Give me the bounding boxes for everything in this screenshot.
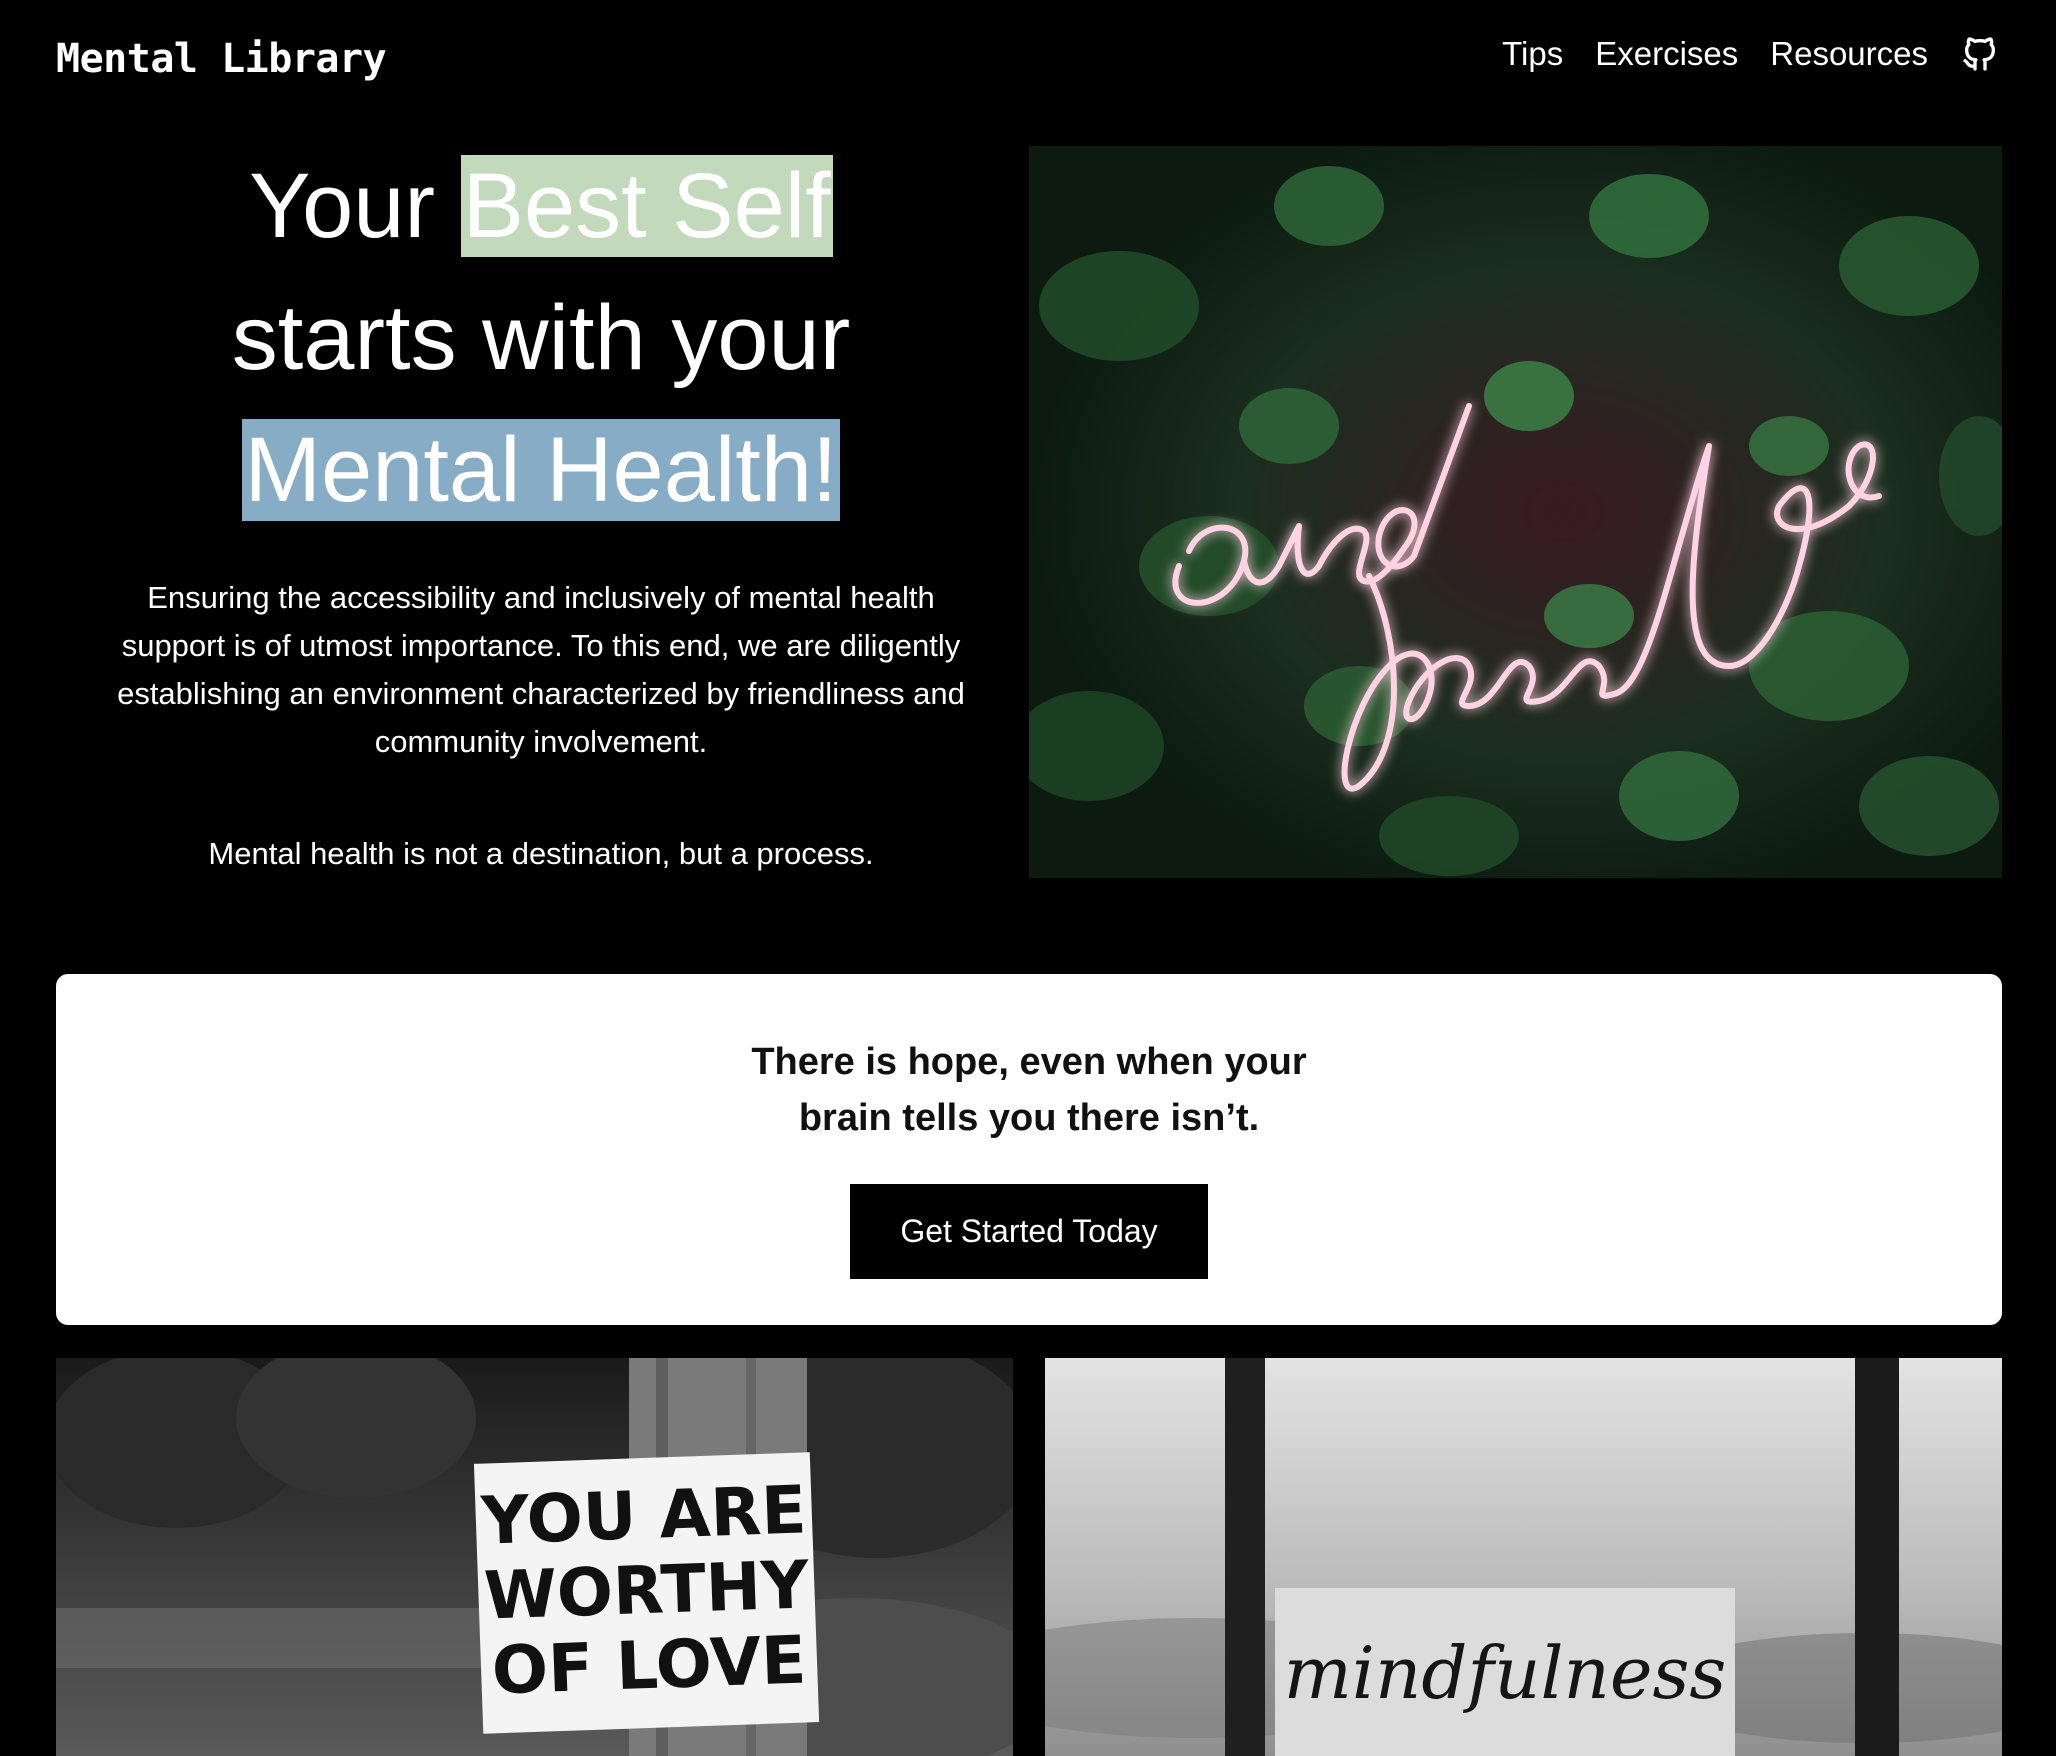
- brand-logo[interactable]: Mental Library: [56, 36, 387, 82]
- hero-headline: Your Best Self starts with your Mental H…: [56, 140, 1026, 536]
- sign-line3: OF LOVE: [491, 1621, 808, 1709]
- nav-link-exercises[interactable]: Exercises: [1595, 35, 1738, 73]
- hero-quote: Mental health is not a destination, but …: [208, 836, 874, 871]
- hero-text: Your Best Self starts with your Mental H…: [56, 140, 1026, 878]
- headline-part2: starts with your: [231, 287, 851, 389]
- sign-line1: YOU ARE: [479, 1471, 808, 1559]
- photo-mindfulness: mindfulness: [1045, 1358, 2002, 1756]
- cta-text: There is hope, even when your brain tell…: [751, 1041, 1307, 1139]
- nav-link-resources[interactable]: Resources: [1770, 35, 1928, 73]
- hero-paragraph: Ensuring the accessibility and inclusive…: [117, 580, 965, 759]
- headline-part1: Your: [249, 155, 461, 257]
- mindfulness-sign-text: mindfulness: [1284, 1631, 1727, 1715]
- headline-highlight-best-self: Best Self: [460, 155, 833, 257]
- photo-worthy-of-love: YOU ARE WORTHY OF LOVE: [56, 1358, 1013, 1756]
- sign-line2: WORTHY: [483, 1546, 812, 1634]
- headline-highlight-mental-health: Mental Health!: [242, 419, 840, 521]
- cta-card: There is hope, even when your brain tell…: [56, 974, 2002, 1325]
- top-nav: Mental Library Tips Exercises Resources: [0, 0, 2056, 124]
- nav-links: Tips Exercises Resources: [1502, 34, 2000, 74]
- nav-link-tips[interactable]: Tips: [1502, 35, 1563, 73]
- github-icon[interactable]: [1960, 34, 2000, 74]
- get-started-button[interactable]: Get Started Today: [850, 1184, 1208, 1279]
- hero-image-neon-breathe: and breathe: [1029, 146, 2002, 878]
